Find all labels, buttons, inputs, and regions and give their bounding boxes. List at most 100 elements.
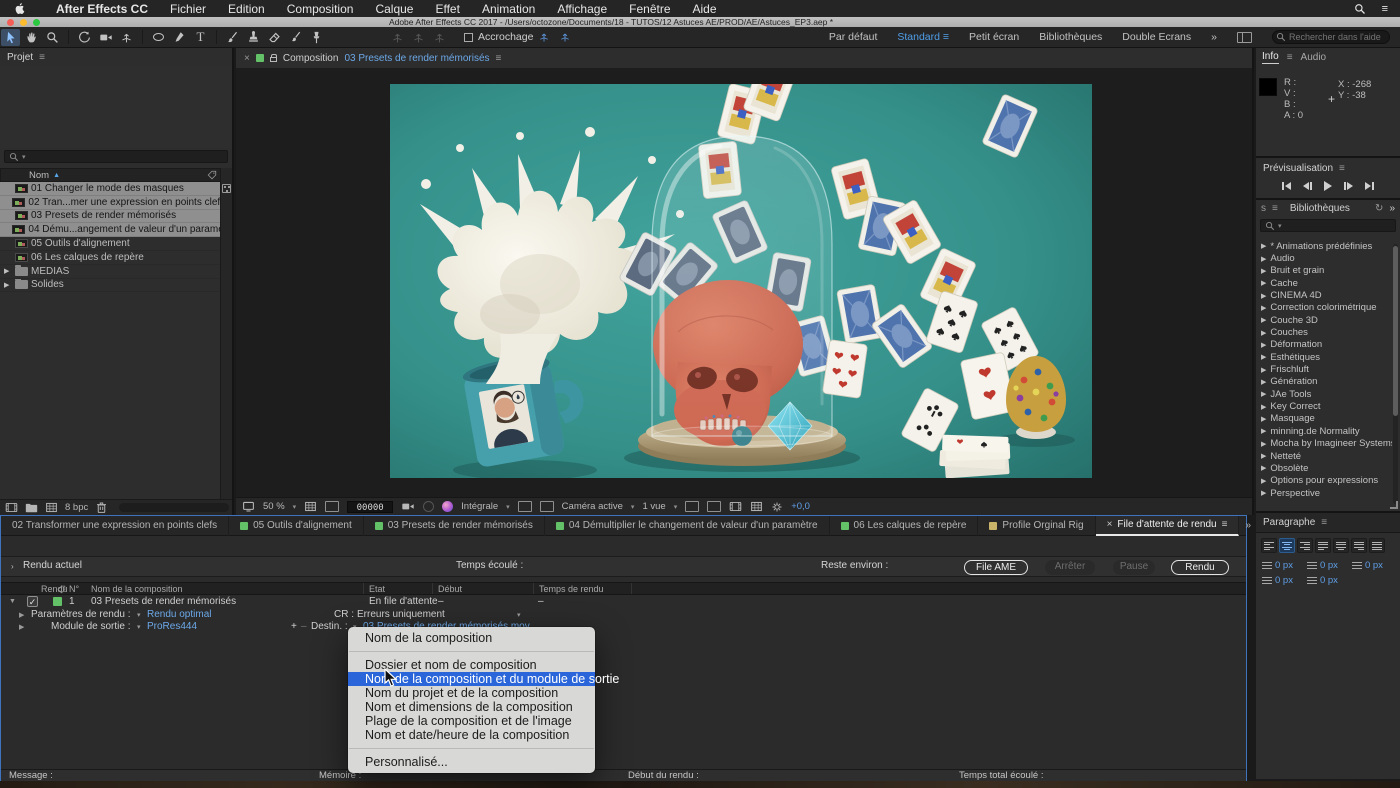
project-search-input[interactable]: ▾ — [4, 150, 228, 163]
column-header[interactable]: Etat — [369, 584, 385, 594]
camera-tool[interactable] — [96, 29, 115, 46]
effect-category[interactable]: ▶ Options pour expressions — [1256, 475, 1392, 487]
transparency-grid-icon[interactable] — [540, 501, 554, 512]
exposure-value[interactable]: +0,0 — [791, 501, 810, 512]
local-axis-mode-icon[interactable] — [388, 29, 407, 46]
magnification-value[interactable]: 50 % — [263, 501, 285, 512]
control-center-icon[interactable]: ≡ — [1382, 3, 1388, 15]
color-label-icon[interactable] — [207, 170, 217, 180]
pan-behind-tool[interactable] — [117, 29, 136, 46]
panel-menu-icon[interactable]: ≡ — [1272, 203, 1278, 214]
selection-tool[interactable] — [1, 29, 20, 46]
column-header[interactable]: Nom de la composition — [91, 584, 183, 594]
space-before-field[interactable]: 0 px — [1262, 575, 1293, 586]
current-time-field[interactable]: 00000 — [347, 501, 393, 513]
tab-overflow-icon[interactable]: » — [1245, 520, 1251, 531]
snap-option-2-icon[interactable] — [555, 29, 574, 46]
panel-tab[interactable]: × 05 Outils d'alignement ≡ — [229, 516, 364, 536]
justify-last-left-button[interactable] — [1315, 538, 1331, 553]
context-menu-item[interactable]: Nom du projet et de la composition — [348, 686, 595, 700]
zoom-tool[interactable] — [43, 29, 62, 46]
close-tab-icon[interactable]: × — [244, 53, 250, 64]
twirl-icon[interactable]: ▶ — [19, 623, 24, 631]
type-tool[interactable]: T — [191, 29, 210, 46]
scrollbar[interactable] — [1393, 244, 1398, 504]
ame-queue-button[interactable]: File AME — [964, 560, 1028, 575]
context-menu-item[interactable]: Plage de la composition et de l'image — [348, 714, 595, 728]
close-tab-icon[interactable]: × — [1107, 519, 1113, 530]
mask-visibility-icon[interactable] — [325, 501, 339, 512]
twirl-icon[interactable]: ▶ — [4, 281, 12, 289]
indent-left-field[interactable]: 0 px — [1262, 560, 1293, 571]
menu-item[interactable]: Effet — [435, 2, 459, 16]
effect-category[interactable]: ▶ Perspective — [1256, 487, 1392, 499]
view-layout-value[interactable]: 1 vue — [642, 501, 665, 512]
context-menu-item[interactable] — [349, 651, 594, 652]
context-menu-item[interactable]: Nom et date/heure de la composition — [348, 728, 595, 742]
menu-item[interactable]: After Effects CC — [56, 2, 148, 16]
panel-menu-icon[interactable]: ≡ — [1222, 519, 1228, 530]
project-item[interactable]: ▶ Solides — [0, 279, 222, 293]
bit-depth-label[interactable]: 8 bpc — [65, 502, 88, 513]
workspace-tab[interactable]: Bibliothèques — [1039, 31, 1102, 43]
effect-category[interactable]: ▶ Déformation — [1256, 339, 1392, 351]
grid-guides-icon[interactable] — [304, 500, 317, 513]
effect-category[interactable]: ▶ * Animations prédéfinies — [1256, 240, 1392, 252]
effect-category[interactable]: ▶ Masquage — [1256, 413, 1392, 425]
resolution-dropdown-icon[interactable]: ▾ — [506, 503, 510, 511]
menu-item[interactable]: Calque — [375, 2, 413, 16]
brush-tool[interactable] — [223, 29, 242, 46]
reset-exposure-icon[interactable] — [771, 501, 783, 513]
align-center-button[interactable] — [1279, 538, 1295, 553]
twirl-icon[interactable]: ▶ — [1261, 279, 1266, 287]
help-search-input[interactable] — [1272, 30, 1390, 44]
panel-menu-icon[interactable]: ≡ — [1339, 163, 1345, 174]
twirl-icon[interactable]: ▶ — [19, 611, 24, 619]
menu-item[interactable]: Aide — [693, 2, 717, 16]
tab-libraries[interactable]: Bibliothèques — [1290, 203, 1350, 214]
menu-item[interactable]: Affichage — [557, 2, 607, 16]
show-channels-icon[interactable] — [423, 501, 434, 512]
camera-dropdown-icon[interactable]: ▾ — [631, 503, 635, 511]
effect-category[interactable]: ▶ Netteté — [1256, 450, 1392, 462]
snap-option-1-icon[interactable] — [534, 29, 553, 46]
effect-category[interactable]: ▶ Obsolète — [1256, 462, 1392, 474]
view-layout-dropdown-icon[interactable]: ▾ — [674, 503, 678, 511]
menu-item[interactable]: Edition — [228, 2, 265, 16]
always-preview-icon[interactable] — [242, 500, 255, 513]
justify-last-right-button[interactable] — [1351, 538, 1367, 553]
menu-item[interactable]: Fenêtre — [629, 2, 670, 16]
twirl-icon[interactable]: ▶ — [1261, 378, 1266, 386]
effect-category[interactable]: ▶ minning.de Normality — [1256, 425, 1392, 437]
panel-scroll-strip[interactable] — [119, 503, 229, 512]
effect-category[interactable]: ▶ Couches — [1256, 326, 1392, 338]
twirl-icon[interactable]: ▶ — [1261, 452, 1266, 460]
project-item[interactable]: ▶ 01 Changer le mode des masques — [0, 182, 222, 196]
twirl-icon[interactable]: ▶ — [1261, 353, 1266, 361]
panel-menu-icon[interactable]: ≡ — [1321, 517, 1327, 528]
effect-category[interactable]: ▶ Cache — [1256, 277, 1392, 289]
composition-name[interactable]: 03 Presets de render mémorisés — [344, 53, 489, 64]
tab-audio[interactable]: Audio — [1301, 52, 1327, 63]
twirl-icon[interactable]: ▶ — [1261, 329, 1266, 337]
dropdown-icon[interactable]: ▾ — [517, 611, 521, 619]
render-checkbox[interactable]: ✓ — [27, 596, 38, 607]
panel-menu-icon[interactable]: ≡ — [1287, 52, 1293, 63]
twirl-icon[interactable]: ▶ — [1261, 427, 1266, 435]
go-to-end-button[interactable] — [1365, 180, 1374, 192]
workspace-tab[interactable]: Petit écran — [969, 31, 1019, 43]
color-label-icon[interactable] — [57, 585, 66, 594]
panel-tab[interactable]: × 03 Presets de render mémorisés ≡ — [364, 516, 545, 536]
menu-item[interactable]: Composition — [287, 2, 354, 16]
twirl-icon[interactable]: › — [11, 562, 14, 571]
effects-search-input[interactable]: ▾ — [1260, 219, 1396, 232]
panel-overflow-icon[interactable]: » — [1389, 203, 1395, 214]
panel-resize-grip[interactable] — [1390, 501, 1398, 509]
twirl-icon[interactable]: ▼ — [9, 598, 16, 605]
project-item[interactable]: ▶ 02 Tran...mer une expression en points… — [0, 196, 222, 210]
indent-first-line-field[interactable]: 0 px — [1352, 560, 1383, 571]
log-dropdown[interactable]: Erreurs uniquement — [357, 609, 445, 620]
project-item[interactable]: ▶ 04 Dému...angement de valeur d'un para… — [0, 223, 222, 237]
snap-checkbox[interactable] — [464, 33, 473, 42]
twirl-icon[interactable]: ▶ — [4, 267, 12, 275]
